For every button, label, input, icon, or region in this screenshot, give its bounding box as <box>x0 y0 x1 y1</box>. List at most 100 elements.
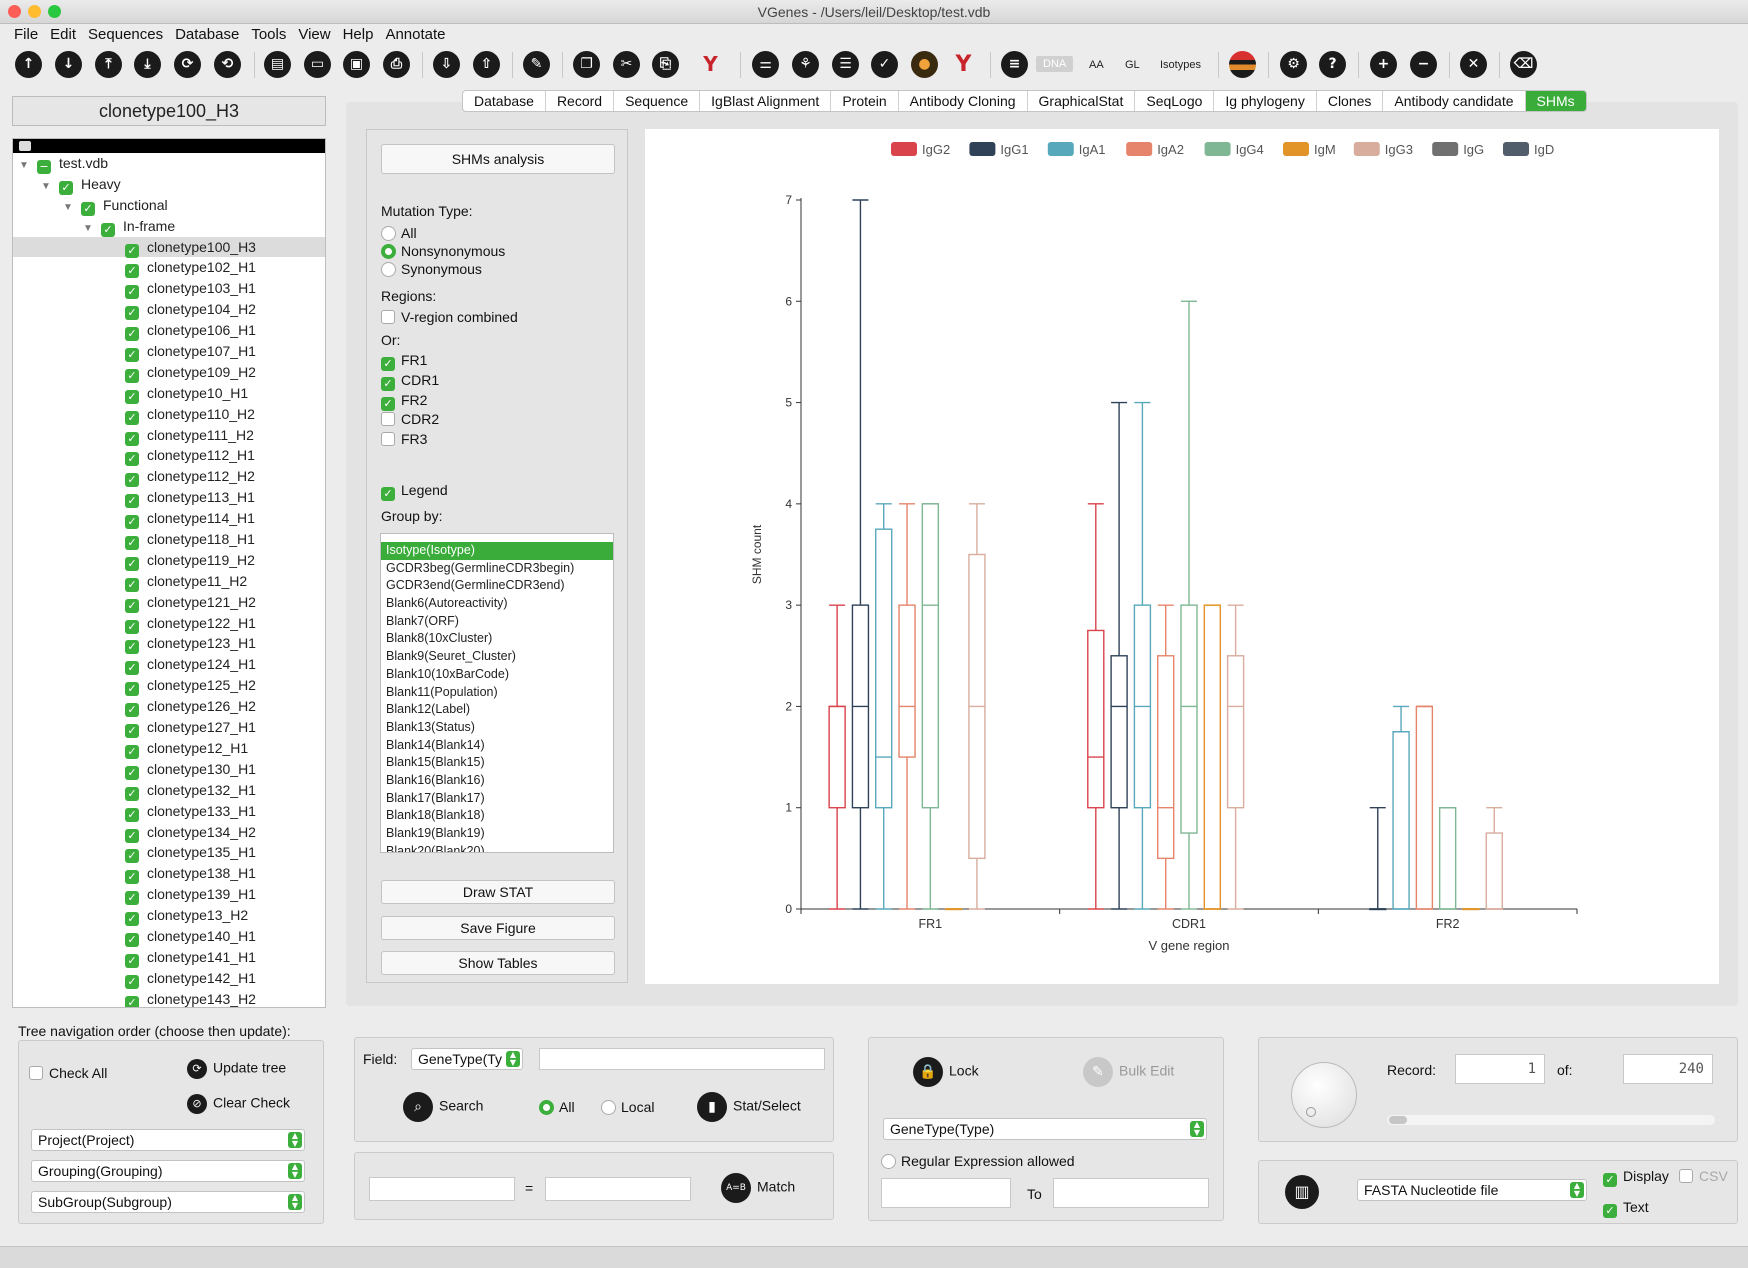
trash-icon[interactable]: ⌫ <box>1510 51 1537 78</box>
gl-toggle[interactable]: GL <box>1125 59 1140 71</box>
text-checkbox[interactable]: ✓ Text <box>1603 1199 1649 1218</box>
group-by-list[interactable]: Isotype(Isotype) GCDR3beg(GermlineCDR3beg… <box>380 533 614 853</box>
group-option[interactable]: Blank14(Blank14) <box>381 737 613 755</box>
group-option[interactable]: GCDR3end(GermlineCDR3end) <box>381 577 613 595</box>
region-checkbox-fr3[interactable]: FR3 <box>381 431 427 447</box>
record-tree[interactable]: ▼ − test.vdb ▼ ✓ Heavy ▼ ✓ Functional ▼ ✓ In-fra… <box>12 138 326 1008</box>
group-option[interactable]: Blank10(10xBarCode) <box>381 666 613 684</box>
tree-item[interactable]: ✓ clonetype139_H1 <box>13 884 325 906</box>
tree-item[interactable]: ✓ clonetype127_H1 <box>13 717 325 739</box>
sort3-select[interactable]: SubGroup(Subgroup) ▲ ▼ <box>31 1191 305 1213</box>
group-option[interactable]: Blank16(Blank16) <box>381 772 613 790</box>
export-icon[interactable]: ⇧ <box>473 51 500 78</box>
radio-nonsynonymous[interactable]: Nonsynonymous <box>381 243 505 259</box>
tree-item[interactable]: ✓ clonetype123_H1 <box>13 633 325 655</box>
arrow-down-icon[interactable]: ↓ <box>55 51 82 78</box>
checkbox-icon[interactable]: ✓ <box>125 807 139 822</box>
tab-graphicalstat[interactable]: GraphicalStat <box>1028 91 1136 111</box>
checkbox-icon[interactable]: ✓ <box>125 786 139 801</box>
tree-item[interactable]: ✓ clonetype124_H1 <box>13 654 325 676</box>
table-icon[interactable]: ☰ <box>832 51 859 78</box>
regex-checkbox[interactable]: Regular Expression allowed <box>881 1153 1075 1169</box>
tree-icon[interactable]: ⚘ <box>792 51 819 78</box>
tab-igblast-alignment[interactable]: IgBlast Alignment <box>700 91 832 111</box>
antibody-add-icon[interactable]: Y <box>697 51 724 78</box>
tree-item[interactable]: ✓ clonetype109_H2 <box>13 362 325 383</box>
tree-functional[interactable]: ▼ ✓ Functional <box>13 195 325 216</box>
checkbox-icon[interactable]: ✓ <box>125 870 139 885</box>
match-right-input[interactable] <box>545 1177 691 1201</box>
tab-sequence[interactable]: Sequence <box>614 91 701 111</box>
save-icon[interactable]: ▣ <box>343 51 370 78</box>
group-option[interactable]: Blank7(ORF) <box>381 613 613 631</box>
tab-seqlogo[interactable]: SeqLogo <box>1135 91 1215 111</box>
lines-icon[interactable]: ≡ <box>1001 51 1028 78</box>
tab-ig-phylogeny[interactable]: Ig phylogeny <box>1214 91 1317 111</box>
tree-item[interactable]: ✓ clonetype143_H2 <box>13 989 325 1007</box>
radio-search-local[interactable]: Local <box>601 1099 654 1115</box>
checkbox-icon[interactable]: ✓ <box>125 515 139 530</box>
new-file-icon[interactable]: ▤ <box>264 51 291 78</box>
checkbox-icon[interactable]: ✓ <box>125 285 139 300</box>
print-icon[interactable]: ⎙ <box>383 51 410 78</box>
display-checkbox[interactable]: ✓ Display <box>1603 1168 1669 1187</box>
tree-item[interactable]: ✓ clonetype102_H1 <box>13 257 325 279</box>
sort2-select[interactable]: Grouping(Grouping) ▲ ▼ <box>31 1160 305 1182</box>
tree-item[interactable]: ✓ clonetype133_H1 <box>13 801 325 822</box>
aa-toggle[interactable]: AA <box>1089 59 1104 71</box>
tab-protein[interactable]: Protein <box>831 91 899 111</box>
checkbox-icon[interactable]: ✓ <box>125 932 139 947</box>
stat-select-button[interactable]: ▮ Stat/Select <box>697 1092 801 1122</box>
checkbox-icon[interactable]: ✓ <box>125 995 139 1007</box>
check-icon[interactable]: ✓ <box>871 51 898 78</box>
menu-file[interactable]: File <box>0 24 44 43</box>
group-option[interactable]: Isotype(Isotype) <box>381 542 613 560</box>
arrow-bottom-icon[interactable]: ⤓ <box>134 51 161 78</box>
help-icon[interactable]: ? <box>1319 51 1346 78</box>
radio-all[interactable]: All <box>381 225 417 241</box>
checkbox-icon[interactable]: ✓ <box>125 452 139 467</box>
bulk-edit-button[interactable]: ✎ Bulk Edit <box>1083 1057 1174 1087</box>
tab-shms[interactable]: SHMs <box>1525 91 1586 111</box>
tree-item[interactable]: ✓ clonetype126_H2 <box>13 696 325 718</box>
checkbox-icon[interactable]: ✓ <box>125 912 139 927</box>
group-option[interactable]: Blank6(Autoreactivity) <box>381 595 613 613</box>
group-option[interactable]: GCDR3beg(GermlineCDR3begin) <box>381 560 613 578</box>
tree-item[interactable]: ✓ clonetype130_H1 <box>13 759 325 780</box>
tree-item[interactable]: ✓ clonetype125_H2 <box>13 675 325 697</box>
open-folder-icon[interactable]: ▭ <box>304 51 331 78</box>
checkbox-icon[interactable]: ✓ <box>125 724 139 739</box>
menu-tools[interactable]: Tools <box>245 24 292 43</box>
group-option[interactable]: Blank17(Blank17) <box>381 790 613 808</box>
tree-item[interactable]: ✓ clonetype132_H1 <box>13 780 325 801</box>
tree-item[interactable]: ✓ clonetype122_H1 <box>13 613 325 634</box>
checkbox-icon[interactable]: ✓ <box>125 953 139 968</box>
checkbox-icon[interactable]: ✓ <box>125 682 139 697</box>
tab-record[interactable]: Record <box>546 91 615 111</box>
region-checkbox-cdr1[interactable]: ✓ CDR1 <box>381 372 439 391</box>
tree-item[interactable]: ✓ clonetype103_H1 <box>13 278 325 300</box>
tree-item[interactable]: ✓ clonetype10_H1 <box>13 383 325 404</box>
tree-item[interactable]: ✓ clonetype111_H2 <box>13 425 325 446</box>
checkbox-icon[interactable]: ✓ <box>125 974 139 989</box>
checkbox-icon[interactable]: ✓ <box>125 473 139 488</box>
draw-stat-button[interactable]: Draw STAT <box>381 880 615 904</box>
dna-toggle[interactable]: DNA <box>1036 56 1074 72</box>
tree-item[interactable]: ✓ clonetype110_H2 <box>13 404 325 425</box>
field-select[interactable]: GeneType(Ty ▲ ▼ <box>411 1048 523 1070</box>
isotypes-toggle[interactable]: Isotypes <box>1160 59 1201 71</box>
tree-item[interactable]: ✓ clonetype134_H2 <box>13 822 325 843</box>
group-option[interactable]: Blank11(Population) <box>381 684 613 702</box>
paste-icon[interactable]: ⎘ <box>652 51 679 78</box>
tab-antibody-cloning[interactable]: Antibody Cloning <box>899 91 1028 111</box>
group-option[interactable]: Blank18(Blank18) <box>381 807 613 825</box>
molecule-icon[interactable]: ● <box>911 51 938 78</box>
antibody-icon[interactable]: Y <box>950 51 977 78</box>
clear-check-button[interactable]: ⊘ Clear Check <box>187 1094 290 1114</box>
checkbox-icon[interactable]: ✓ <box>125 264 139 279</box>
tree-item[interactable]: ✓ clonetype100_H3 <box>13 236 325 258</box>
tree-item[interactable]: ✓ clonetype114_H1 <box>13 508 325 530</box>
checkbox-icon[interactable]: ✓ <box>125 243 139 258</box>
checkbox-icon[interactable]: ✓ <box>125 348 139 363</box>
tree-item[interactable]: ✓ clonetype113_H1 <box>13 487 325 509</box>
